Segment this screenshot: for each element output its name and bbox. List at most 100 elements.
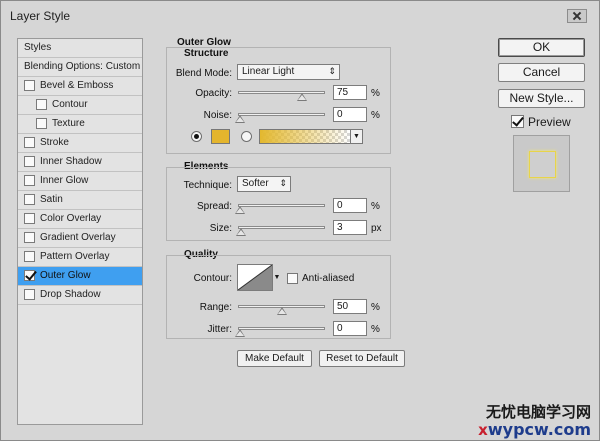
- new-style-button[interactable]: New Style...: [498, 89, 585, 108]
- blend-mode-dropdown[interactable]: Linear Light ⇕: [237, 64, 340, 80]
- preview-label: Preview: [528, 115, 571, 129]
- gradient-radio[interactable]: [241, 131, 252, 142]
- style-checkbox[interactable]: [24, 175, 35, 186]
- style-checkbox[interactable]: [36, 118, 47, 129]
- size-unit: px: [371, 223, 382, 234]
- style-item-label: Contour: [52, 99, 88, 110]
- style-item-drop-shadow[interactable]: Drop Shadow: [18, 286, 142, 305]
- preview-checkbox[interactable]: [511, 114, 524, 128]
- opacity-label: Opacity:: [195, 88, 232, 99]
- spread-label: Spread:: [196, 201, 232, 212]
- style-item-label: Color Overlay: [40, 213, 102, 224]
- technique-label: Technique:: [183, 180, 232, 191]
- jitter-field[interactable]: 0: [333, 321, 367, 336]
- title-bar: Layer Style: [1, 1, 599, 31]
- spread-unit: %: [371, 201, 380, 212]
- technique-value: Softer: [242, 178, 269, 189]
- style-item-outer-glow[interactable]: Outer Glow: [18, 267, 142, 286]
- linear-contour-icon: [237, 264, 273, 291]
- jitter-label: Jitter:: [207, 324, 232, 335]
- jitter-slider-thumb[interactable]: [235, 329, 245, 337]
- style-checkbox[interactable]: [24, 270, 35, 281]
- range-slider-thumb[interactable]: [276, 307, 287, 315]
- style-item-texture[interactable]: Texture: [18, 115, 142, 134]
- style-checkbox[interactable]: [24, 232, 35, 243]
- style-item-stroke[interactable]: Stroke: [18, 134, 142, 153]
- size-slider-track[interactable]: [238, 226, 325, 229]
- make-default-button[interactable]: Make Default: [237, 350, 312, 367]
- anti-aliased-checkbox[interactable]: [287, 273, 298, 284]
- size-slider-thumb[interactable]: [235, 228, 246, 236]
- solid-color-radio[interactable]: [191, 131, 202, 142]
- style-checkbox[interactable]: [24, 213, 35, 224]
- style-checkbox[interactable]: [24, 80, 35, 91]
- style-item-inner-shadow[interactable]: Inner Shadow: [18, 153, 142, 172]
- close-icon[interactable]: [567, 9, 587, 23]
- watermark-site-name: 无忧电脑学习网: [485, 403, 591, 421]
- style-item-blending-options-custom[interactable]: Blending Options: Custom: [18, 58, 142, 77]
- spread-slider-track[interactable]: [238, 204, 325, 207]
- style-item-inner-glow[interactable]: Inner Glow: [18, 172, 142, 191]
- noise-slider-track[interactable]: [238, 113, 325, 116]
- style-checkbox[interactable]: [24, 289, 35, 300]
- style-checkbox[interactable]: [24, 194, 35, 205]
- glow-gradient-picker[interactable]: [259, 129, 351, 144]
- noise-field[interactable]: 0: [333, 107, 367, 122]
- preview-glow-square: [529, 151, 556, 178]
- range-field[interactable]: 50: [333, 299, 367, 314]
- chevron-updown-icon: ⇕: [328, 66, 336, 76]
- cancel-button[interactable]: Cancel: [498, 63, 585, 82]
- range-label: Range:: [199, 302, 232, 313]
- noise-slider-thumb[interactable]: [235, 115, 245, 123]
- style-item-label: Inner Shadow: [40, 156, 102, 167]
- style-item-gradient-overlay[interactable]: Gradient Overlay: [18, 229, 142, 248]
- opacity-slider-thumb[interactable]: [297, 93, 308, 101]
- size-label: Size:: [209, 223, 232, 234]
- chevron-down-icon[interactable]: ▼: [351, 129, 363, 144]
- opacity-field[interactable]: 75: [333, 85, 367, 100]
- style-item-label: Outer Glow: [40, 270, 91, 281]
- range-unit: %: [371, 302, 380, 313]
- style-item-satin[interactable]: Satin: [18, 191, 142, 210]
- spread-slider-thumb[interactable]: [235, 206, 245, 214]
- window-title: Layer Style: [10, 9, 71, 23]
- opacity-slider-track[interactable]: [238, 91, 325, 94]
- glow-color-swatch[interactable]: [211, 129, 230, 144]
- opacity-unit: %: [371, 88, 380, 99]
- style-checkbox[interactable]: [24, 156, 35, 167]
- chevron-down-icon[interactable]: ▼: [273, 264, 281, 291]
- style-checkbox[interactable]: [24, 137, 35, 148]
- style-item-label: Styles: [24, 42, 52, 53]
- style-checkbox[interactable]: [24, 251, 35, 262]
- style-item-label: Satin: [40, 194, 63, 205]
- style-item-contour[interactable]: Contour: [18, 96, 142, 115]
- style-item-label: Drop Shadow: [40, 289, 101, 300]
- noise-label: Noise:: [203, 110, 232, 121]
- styles-list: Styles Blending Options: Custom Bevel & Em…: [17, 38, 143, 425]
- contour-picker[interactable]: [237, 264, 273, 291]
- jitter-unit: %: [371, 324, 380, 335]
- watermark: 无忧电脑学习网 xwypcw.com: [478, 404, 591, 439]
- jitter-slider-track[interactable]: [238, 327, 325, 330]
- style-item-pattern-overlay[interactable]: Pattern Overlay: [18, 248, 142, 267]
- watermark-url: wypcw.com: [487, 420, 591, 439]
- structure-heading: Structure: [184, 48, 229, 59]
- technique-dropdown[interactable]: Softer ⇕: [237, 176, 291, 192]
- style-item-styles[interactable]: Styles: [18, 39, 142, 58]
- style-item-label: Texture: [52, 118, 85, 129]
- anti-aliased-label: Anti-aliased: [302, 273, 355, 284]
- style-item-label: Pattern Overlay: [40, 251, 110, 262]
- spread-field[interactable]: 0: [333, 198, 367, 213]
- ok-button[interactable]: OK: [498, 38, 585, 57]
- size-field[interactable]: 3: [333, 220, 367, 235]
- style-item-bevel-emboss[interactable]: Bevel & Emboss: [18, 77, 142, 96]
- style-item-label: Stroke: [40, 137, 69, 148]
- style-item-color-overlay[interactable]: Color Overlay: [18, 210, 142, 229]
- noise-unit: %: [371, 110, 380, 121]
- layer-style-dialog: Layer Style Styles Blending Options: Cust…: [0, 0, 600, 441]
- reset-to-default-button[interactable]: Reset to Default: [319, 350, 405, 367]
- watermark-prefix: x: [478, 421, 488, 439]
- style-checkbox[interactable]: [36, 99, 47, 110]
- style-preview: [513, 135, 570, 192]
- blend-mode-value: Linear Light: [242, 66, 295, 77]
